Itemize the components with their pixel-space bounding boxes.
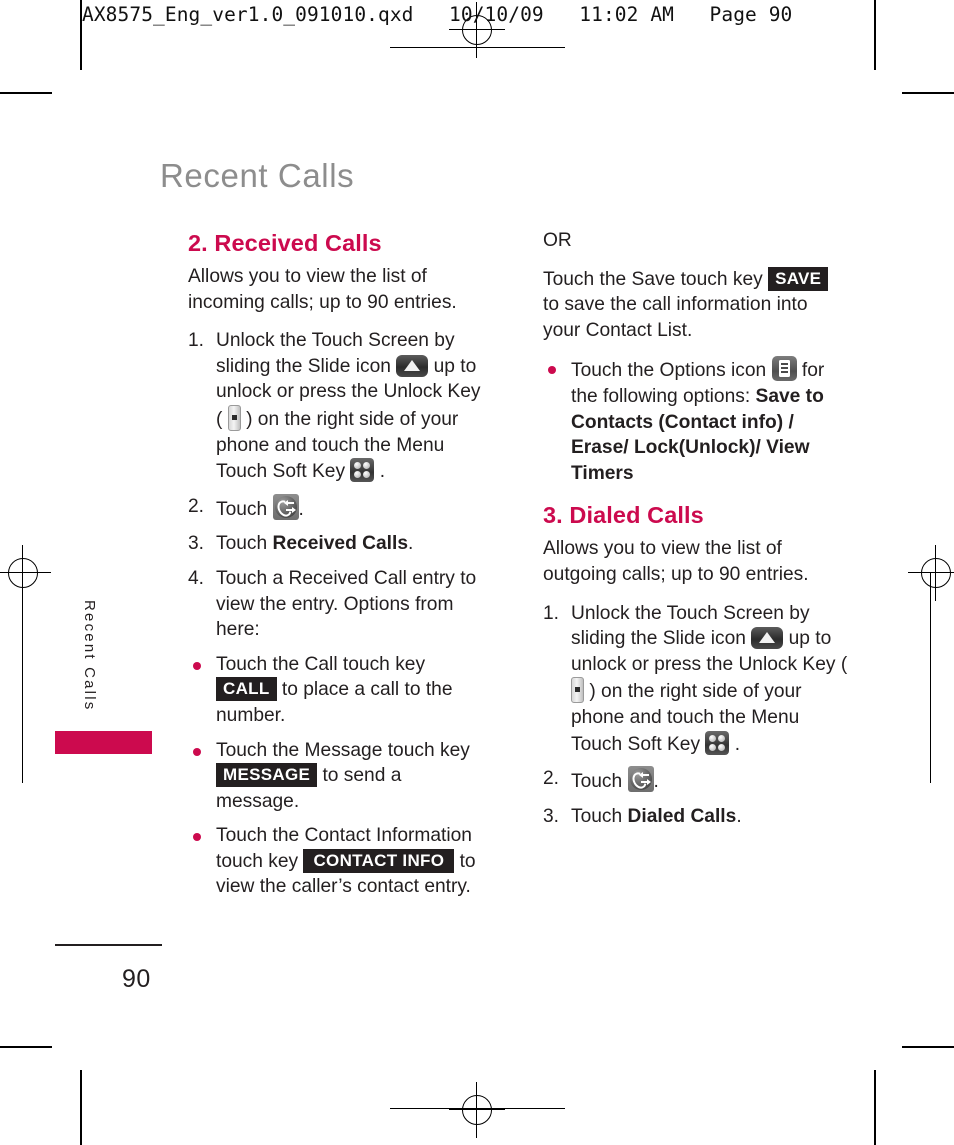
emphasis-text: Save to Contacts (Contact info) / Erase/… <box>571 385 824 484</box>
touch-key-save[interactable]: SAVE <box>768 266 829 291</box>
options-icon <box>771 356 797 382</box>
registration-mark-bottom <box>449 1082 505 1138</box>
list-item: 3. Touch Dialed Calls. <box>543 804 848 830</box>
step-number: 2. <box>543 768 560 790</box>
bullet-dot-icon <box>193 661 201 670</box>
step-text: Unlock the Touch Screen by sliding the S… <box>216 330 481 483</box>
side-tab-bar <box>55 731 152 754</box>
step-number: 1. <box>188 330 205 352</box>
slide-icon <box>751 627 784 650</box>
manual-page: AX8575_Eng_ver1.0_091010.qxd 10/10/09 11… <box>0 0 954 1145</box>
list-item: 3. Touch Received Calls. <box>188 531 484 557</box>
bleed-line-right <box>930 573 932 783</box>
crop-mark-bottom-right-h <box>902 1046 954 1048</box>
unlock-key-icon <box>227 404 241 431</box>
crop-mark-bottom-left-v <box>80 1070 82 1145</box>
steps-list-received-calls: 1. Unlock the Touch Screen by sliding the… <box>188 328 484 643</box>
print-header-band: AX8575_Eng_ver1.0_091010.qxd 10/10/09 11… <box>0 0 954 70</box>
step-number: 2. <box>188 495 205 517</box>
registration-mark-left <box>0 545 51 601</box>
step-number: 4. <box>188 567 205 589</box>
list-item: 1. Unlock the Touch Screen by sliding the… <box>543 601 848 758</box>
list-item: Touch the Contact Information touch key … <box>188 823 484 900</box>
step-text: Touch a Received Call entry to view the … <box>216 567 477 641</box>
section-intro-dialed-calls: Allows you to view the list of outgoing … <box>543 538 809 585</box>
crop-mark-bottom-left-h <box>0 1046 52 1048</box>
list-item: 4. Touch a Received Call entry to view th… <box>188 566 484 643</box>
recent-calls-icon <box>272 493 299 520</box>
list-item: Touch the Message touch key MESSAGE to s… <box>188 738 484 815</box>
step-number: 1. <box>543 602 560 624</box>
left-column: 2. Received Calls Allows you to view the… <box>188 228 484 909</box>
bullets-list-options: Touch the Options icon for the following… <box>543 356 848 486</box>
menu-touch-soft-key-icon <box>350 458 375 483</box>
unlock-key-icon <box>571 677 584 704</box>
list-item: 2. Touch . <box>543 766 848 795</box>
step-number: 3. <box>188 533 205 555</box>
touch-key-message[interactable]: MESSAGE <box>216 763 318 788</box>
touch-key-contact-info[interactable]: CONTACT INFO <box>303 848 455 873</box>
step-text: Touch Dialed Calls. <box>571 805 742 827</box>
section-intro-received-calls: Allows you to view the list of incoming … <box>188 266 457 313</box>
touch-key-call[interactable]: CALL <box>216 677 277 702</box>
bullet-dot-icon <box>548 366 556 375</box>
menu-touch-soft-key-icon <box>705 730 730 755</box>
or-label: OR <box>543 230 572 251</box>
bullets-list-received-calls: Touch the Call touch key CALL to place a… <box>188 652 484 900</box>
list-item: 1. Unlock the Touch Screen by sliding the… <box>188 328 484 485</box>
bullet-dot-icon <box>193 833 201 842</box>
crop-mark-top-left-h <box>0 92 52 94</box>
crop-mark-top-right-h <box>902 92 954 94</box>
bullet-text: Touch the Call touch key CALL to place a… <box>216 653 453 726</box>
crop-mark-bottom-right-v <box>874 1070 876 1145</box>
footer-rule <box>55 944 162 946</box>
step-number: 3. <box>543 805 560 827</box>
section-title-dialed-calls: 3. Dialed Calls <box>543 502 704 529</box>
list-item: 2. Touch . <box>188 493 484 523</box>
section-title-received-calls: 2. Received Calls <box>188 230 382 256</box>
bleed-line-left <box>22 573 24 783</box>
options-bullet-text: Touch the Options icon for the following… <box>571 356 824 484</box>
step-text: Touch . <box>571 766 659 793</box>
save-key-paragraph: Touch the Save touch key SAVE to save th… <box>543 266 848 344</box>
recent-calls-icon <box>627 766 654 793</box>
step-text: Unlock the Touch Screen by sliding the S… <box>571 602 848 755</box>
steps-list-dialed-calls: 1. Unlock the Touch Screen by sliding the… <box>543 601 848 830</box>
slide-icon <box>396 354 429 377</box>
bullet-dot-icon <box>193 747 201 756</box>
list-item: Touch the Call touch key CALL to place a… <box>188 652 484 729</box>
right-column: OR Touch the Save touch key SAVE to save… <box>543 228 848 838</box>
list-item: Touch the Options icon for the following… <box>543 356 848 486</box>
step-text: Touch . <box>216 493 304 520</box>
page-title: Recent Calls <box>160 157 355 194</box>
page-number: 90 <box>122 965 151 993</box>
emphasis-text: Received Calls <box>272 533 408 555</box>
bullet-text: Touch the Message touch key MESSAGE to s… <box>216 739 470 812</box>
emphasis-text: Dialed Calls <box>627 805 737 827</box>
bullet-text: Touch the Contact Information touch key … <box>216 825 476 898</box>
step-text: Touch Received Calls. <box>216 533 414 555</box>
print-header-text: AX8575_Eng_ver1.0_091010.qxd 10/10/09 11… <box>82 3 793 26</box>
